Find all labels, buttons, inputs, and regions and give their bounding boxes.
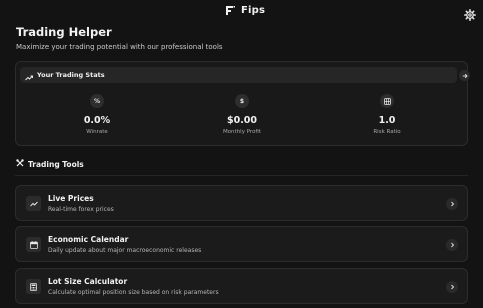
calendar-icon	[26, 237, 41, 252]
divider	[15, 175, 468, 176]
stat-label: Monthly Profit	[222, 129, 262, 135]
stat-risk-ratio: 1.0 Risk Ratio	[347, 94, 427, 135]
stat-value: 1.0	[378, 115, 396, 126]
calculator-icon	[26, 279, 41, 294]
page-subtitle: Maximize your trading potential with our…	[16, 43, 223, 51]
stat-monthly-profit: $ $0.00 Monthly Profit	[202, 94, 282, 135]
tool-card-economic-calendar[interactable]: Economic Calendar Daily update about maj…	[15, 226, 468, 262]
tool-title: Economic Calendar	[48, 235, 129, 244]
fips-logo-icon	[226, 6, 235, 15]
chevron-right-icon[interactable]	[446, 239, 458, 251]
stat-label: Risk Ratio	[373, 129, 401, 135]
stat-label: Winrate	[86, 129, 108, 135]
trading-tools-title: Trading Tools	[28, 159, 84, 169]
trading-stats-card: Your Trading Stats % 0.0% Winrate $ $0.0…	[15, 61, 470, 146]
chevron-right-icon[interactable]	[446, 281, 458, 293]
tool-description: Calculate optimal position size based on…	[48, 289, 219, 296]
page-title: Trading Helper	[16, 25, 112, 39]
trend-line-icon	[26, 196, 41, 211]
grid-icon	[380, 94, 394, 108]
tool-card-live-prices[interactable]: Live Prices Real-time forex prices	[15, 185, 468, 221]
tool-title: Lot Size Calculator	[48, 277, 128, 286]
trading-stats-title: Your Trading Stats	[37, 71, 105, 79]
tool-title: Live Prices	[48, 194, 94, 203]
trading-tools-heading: Trading Tools	[16, 159, 84, 169]
dollar-icon: $	[235, 94, 249, 108]
tool-card-lot-size-calculator[interactable]: Lot Size Calculator Calculate optimal po…	[15, 268, 468, 304]
brand-name: Fips	[241, 5, 266, 16]
stat-value: 0.0%	[83, 115, 111, 126]
tool-description: Real-time forex prices	[48, 206, 114, 213]
arrow-right-icon[interactable]	[459, 70, 470, 81]
tools-icon	[16, 159, 24, 169]
tool-description: Daily update about major macroeconomic r…	[48, 247, 202, 254]
trading-stats-header[interactable]: Your Trading Stats	[20, 67, 457, 83]
trend-up-icon	[25, 66, 33, 85]
percent-icon: %	[90, 94, 104, 108]
top-bar: Fips	[0, 0, 483, 24]
stat-winrate: % 0.0% Winrate	[57, 94, 137, 135]
chevron-right-icon[interactable]	[446, 198, 458, 210]
brand[interactable]: Fips	[226, 5, 265, 16]
stat-value: $0.00	[226, 115, 258, 126]
gear-icon[interactable]	[464, 6, 476, 21]
